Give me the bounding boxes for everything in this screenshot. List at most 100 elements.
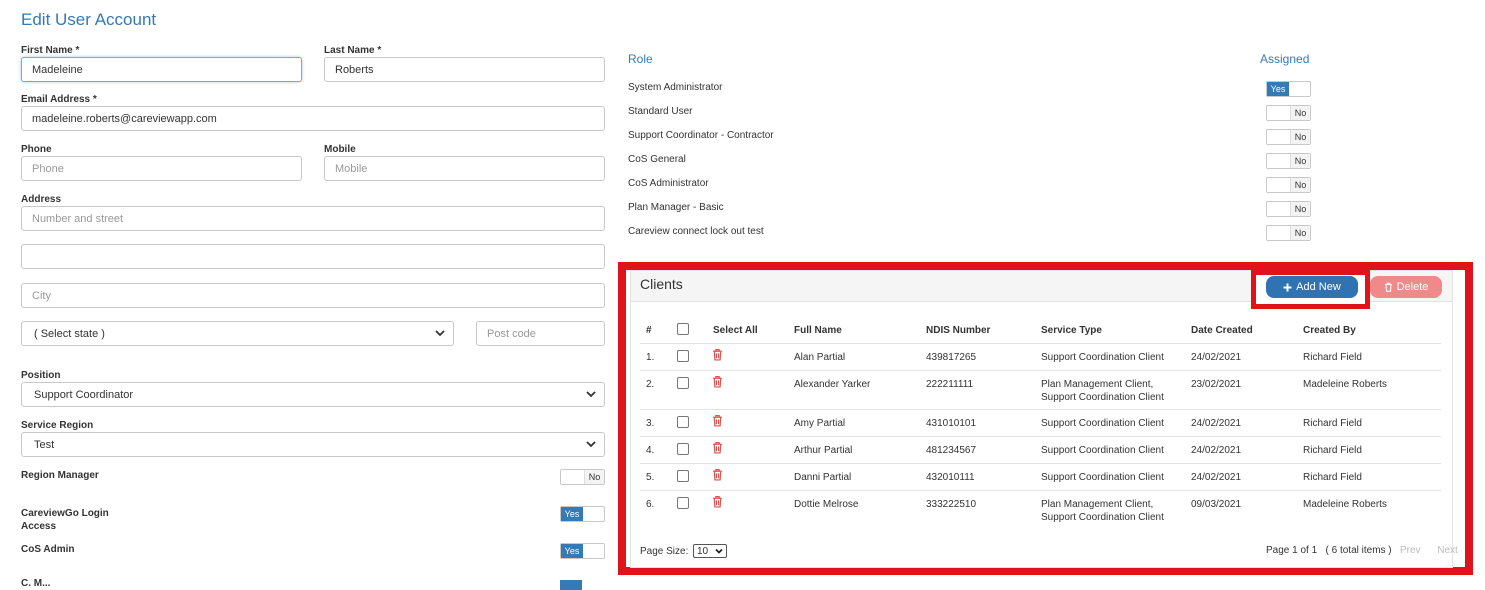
col-header-select-all[interactable]: Select All: [713, 325, 758, 336]
postcode-input[interactable]: [476, 321, 605, 346]
row-divider: [640, 343, 1441, 344]
trash-icon[interactable]: [712, 495, 723, 513]
state-select-value: ( Select state ): [34, 327, 105, 340]
col-header-created-by[interactable]: Created By: [1303, 325, 1356, 336]
col-header-full-name[interactable]: Full Name: [794, 325, 842, 336]
client-date-created: 24/02/2021: [1191, 418, 1242, 429]
city-input[interactable]: [21, 283, 605, 308]
toggle-yes: Yes: [561, 507, 583, 521]
role-name: CoS Administrator: [628, 178, 709, 189]
role-assigned-toggle[interactable]: No: [1266, 225, 1311, 241]
role-name: Plan Manager - Basic: [628, 202, 724, 213]
next-button[interactable]: Next: [1437, 545, 1458, 556]
last-name-label: Last Name *: [324, 45, 382, 56]
page-size-select[interactable]: 10: [693, 544, 727, 558]
row-number: 6.: [646, 499, 655, 510]
phone-input[interactable]: [21, 156, 302, 181]
role-name: Standard User: [628, 106, 693, 117]
row-checkbox[interactable]: [677, 350, 689, 362]
role-name: CoS General: [628, 154, 686, 165]
client-created-by: Madeleine Roberts: [1303, 499, 1387, 510]
client-date-created: 23/02/2021: [1191, 379, 1242, 390]
last-name-input[interactable]: [324, 57, 605, 82]
delete-button[interactable]: Delete: [1370, 276, 1442, 298]
row-checkbox[interactable]: [677, 470, 689, 482]
client-full-name[interactable]: Amy Partial: [794, 417, 845, 430]
client-full-name[interactable]: Dottie Melrose: [794, 498, 858, 511]
role-assigned-toggle[interactable]: No: [1266, 201, 1311, 217]
address-line1-input[interactable]: [21, 206, 605, 231]
client-full-name[interactable]: Danni Partial: [794, 471, 851, 484]
position-select[interactable]: Support Coordinator: [21, 382, 605, 407]
trash-icon[interactable]: [712, 375, 723, 393]
cos-admin-toggle[interactable]: Yes: [560, 543, 605, 559]
role-assigned-toggle[interactable]: No: [1266, 153, 1311, 169]
client-full-name[interactable]: Alexander Yarker: [794, 378, 870, 391]
toggle-no: No: [1290, 178, 1310, 192]
row-checkbox[interactable]: [677, 497, 689, 509]
state-select[interactable]: ( Select state ): [21, 321, 454, 346]
client-date-created: 24/02/2021: [1191, 445, 1242, 456]
mobile-input[interactable]: [324, 156, 605, 181]
toggle-yes: Yes: [561, 544, 583, 558]
first-name-input[interactable]: [21, 57, 302, 82]
phone-label: Phone: [21, 144, 52, 155]
role-assigned-toggle[interactable]: No: [1266, 129, 1311, 145]
page-size-value: 10: [697, 545, 709, 557]
row-number: 1.: [646, 352, 655, 363]
trash-icon[interactable]: [712, 468, 723, 486]
role-assigned-toggle[interactable]: Yes: [1266, 81, 1311, 97]
row-divider: [640, 490, 1441, 491]
email-label: Email Address *: [21, 94, 97, 105]
client-date-created: 24/02/2021: [1191, 472, 1242, 483]
chevron-down-icon: [435, 330, 445, 337]
toggle-no: No: [1290, 226, 1310, 240]
col-header-number: #: [646, 325, 652, 336]
careviewgo-label-line1: CareviewGo Login: [21, 508, 109, 519]
client-ndis-number: 431010101: [926, 418, 977, 429]
row-checkbox[interactable]: [677, 416, 689, 428]
client-ndis-number: 432010111: [926, 472, 975, 483]
row-number: 4.: [646, 445, 655, 456]
role-assigned-toggle[interactable]: No: [1266, 177, 1311, 193]
careviewgo-label-line2: Access: [21, 521, 57, 532]
client-created-by: Richard Field: [1303, 472, 1362, 483]
toggle-no: No: [1290, 130, 1310, 144]
role-header: Role: [628, 52, 653, 66]
col-header-date-created[interactable]: Date Created: [1191, 325, 1253, 336]
trash-icon[interactable]: [712, 441, 723, 459]
row-checkbox[interactable]: [677, 377, 689, 389]
trash-icon[interactable]: [712, 414, 723, 432]
select-all-checkbox[interactable]: [677, 323, 689, 335]
total-items: ( 6 total items ): [1325, 545, 1392, 556]
trash-icon[interactable]: [712, 348, 723, 366]
row-number: 5.: [646, 472, 655, 483]
add-new-button[interactable]: Add New: [1266, 276, 1358, 298]
region-manager-toggle[interactable]: No: [560, 469, 605, 485]
client-full-name[interactable]: Arthur Partial: [794, 444, 852, 457]
row-divider: [640, 436, 1441, 437]
row-number: 3.: [646, 418, 655, 429]
plus-icon: [1283, 283, 1292, 291]
partial-toggle[interactable]: [560, 580, 582, 590]
row-checkbox[interactable]: [677, 443, 689, 455]
col-header-ndis[interactable]: NDIS Number: [926, 325, 990, 336]
toggle-no: No: [1290, 106, 1310, 120]
client-service-type: Plan Management Client,: [1041, 499, 1154, 510]
clients-title: Clients: [640, 276, 683, 292]
client-service-type-line2: Support Coordination Client: [1041, 392, 1164, 403]
client-created-by: Madeleine Roberts: [1303, 379, 1387, 390]
client-full-name[interactable]: Alan Partial: [794, 351, 845, 364]
client-ndis-number: 439817265: [926, 352, 977, 363]
careviewgo-toggle[interactable]: Yes: [560, 506, 605, 522]
email-input[interactable]: [21, 106, 605, 131]
toggle-yes: Yes: [1267, 82, 1289, 96]
service-region-select[interactable]: Test: [21, 432, 605, 457]
role-name: Careview connect lock out test: [628, 226, 764, 237]
prev-button[interactable]: Prev: [1400, 545, 1421, 556]
address-line2-input[interactable]: [21, 244, 605, 269]
trash-icon: [1384, 282, 1392, 292]
client-service-type: Support Coordination Client: [1041, 352, 1164, 363]
role-assigned-toggle[interactable]: No: [1266, 105, 1311, 121]
col-header-service-type[interactable]: Service Type: [1041, 325, 1102, 336]
